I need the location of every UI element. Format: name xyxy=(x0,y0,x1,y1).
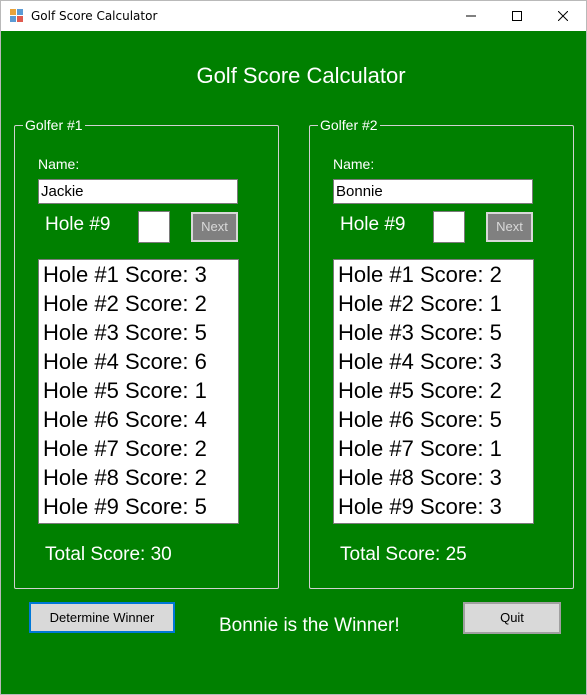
list-item[interactable]: Hole #8 Score: 3 xyxy=(338,463,533,492)
list-item[interactable]: Hole #6 Score: 5 xyxy=(338,405,533,434)
list-item[interactable]: Hole #7 Score: 1 xyxy=(338,434,533,463)
list-item[interactable]: Hole #7 Score: 2 xyxy=(43,434,238,463)
list-item[interactable]: Hole #5 Score: 2 xyxy=(338,376,533,405)
golfer-1-score-input[interactable] xyxy=(138,211,170,243)
quit-button[interactable]: Quit xyxy=(463,602,561,634)
golfer-2-next-button[interactable]: Next xyxy=(486,212,533,242)
list-item[interactable]: Hole #1 Score: 3 xyxy=(43,260,238,289)
maximize-icon xyxy=(512,11,522,21)
golfer-1-legend: Golfer #1 xyxy=(23,117,85,134)
golfer-2-hole-label: Hole #9 xyxy=(340,214,406,235)
list-item[interactable]: Hole #4 Score: 3 xyxy=(338,347,533,376)
maximize-button[interactable] xyxy=(494,1,540,31)
window-title: Golf Score Calculator xyxy=(31,9,158,23)
list-item[interactable]: Hole #6 Score: 4 xyxy=(43,405,238,434)
app-window: Golf Score Calculator Golf Score Calcula… xyxy=(0,0,587,695)
golfer-1-total-score: Total Score: 30 xyxy=(45,544,172,565)
close-button[interactable] xyxy=(540,1,586,31)
list-item[interactable]: Hole #3 Score: 5 xyxy=(43,318,238,347)
golfer-1-group: Golfer #1 Name: Hole #9 Next Hole #1 Sco… xyxy=(14,117,279,589)
golfer-2-name-input[interactable] xyxy=(333,179,533,204)
golfer-2-name-label: Name: xyxy=(333,156,375,172)
winforms-app-icon xyxy=(10,9,24,23)
golfer-2-score-input[interactable] xyxy=(433,211,465,243)
golfer-1-name-input[interactable] xyxy=(38,179,238,204)
title-bar[interactable]: Golf Score Calculator xyxy=(1,1,586,31)
list-item[interactable]: Hole #9 Score: 3 xyxy=(338,492,533,521)
minimize-icon xyxy=(466,15,476,17)
golfer-2-total-score: Total Score: 25 xyxy=(340,544,467,565)
golfer-2-group: Golfer #2 Name: Hole #9 Next Hole #1 Sco… xyxy=(309,117,574,589)
golfer-1-next-button[interactable]: Next xyxy=(191,212,238,242)
golfer-1-score-list[interactable]: Hole #1 Score: 3 Hole #2 Score: 2 Hole #… xyxy=(38,259,239,524)
form-client-area: Golf Score Calculator Golfer #1 Name: Ho… xyxy=(1,31,586,694)
determine-winner-button[interactable]: Determine Winner xyxy=(29,602,175,633)
list-item[interactable]: Hole #2 Score: 2 xyxy=(43,289,238,318)
list-item[interactable]: Hole #2 Score: 1 xyxy=(338,289,533,318)
list-item[interactable]: Hole #8 Score: 2 xyxy=(43,463,238,492)
minimize-button[interactable] xyxy=(448,1,494,31)
list-item[interactable]: Hole #1 Score: 2 xyxy=(338,260,533,289)
golfer-1-name-label: Name: xyxy=(38,156,80,172)
list-item[interactable]: Hole #5 Score: 1 xyxy=(43,376,238,405)
golfer-2-score-list[interactable]: Hole #1 Score: 2 Hole #2 Score: 1 Hole #… xyxy=(333,259,534,524)
list-item[interactable]: Hole #9 Score: 5 xyxy=(43,492,238,521)
golfer-2-legend: Golfer #2 xyxy=(318,117,380,134)
golfer-1-hole-label: Hole #9 xyxy=(45,214,111,235)
list-item[interactable]: Hole #3 Score: 5 xyxy=(338,318,533,347)
list-item[interactable]: Hole #4 Score: 6 xyxy=(43,347,238,376)
close-icon xyxy=(558,11,568,21)
winner-status-text: Bonnie is the Winner! xyxy=(219,615,400,636)
page-title: Golf Score Calculator xyxy=(196,63,406,88)
